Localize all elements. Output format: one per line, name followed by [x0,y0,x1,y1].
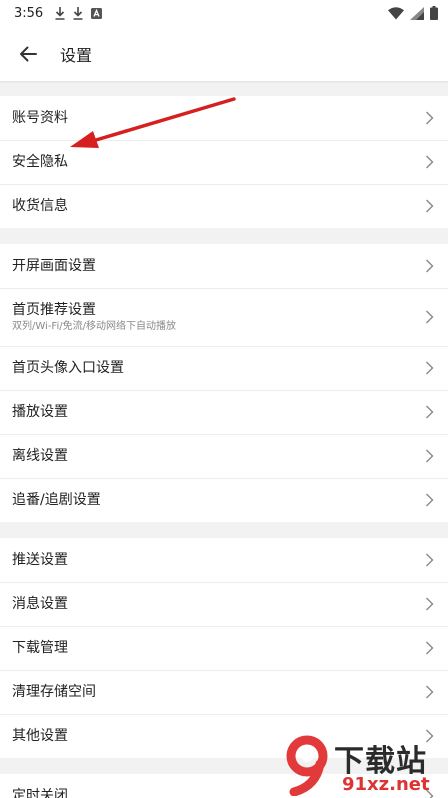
chevron-right-icon [426,449,434,463]
settings-item-playback[interactable]: 播放设置 [0,390,448,434]
settings-item-label: 消息设置 [12,596,68,612]
chevron-right-icon [426,685,434,699]
settings-item-label: 收货信息 [12,198,68,214]
settings-item-label: 下载管理 [12,640,68,656]
settings-item-follow-series[interactable]: 追番/追剧设置 [0,478,448,522]
settings-item-clear-storage[interactable]: 清理存储空间 [0,670,448,714]
settings-item-offline[interactable]: 离线设置 [0,434,448,478]
chevron-right-icon [426,199,434,213]
watermark-url: 91xz.net [342,774,430,795]
chevron-right-icon [426,405,434,419]
settings-item-security-privacy[interactable]: 安全隐私 [0,140,448,184]
chevron-right-icon [426,310,434,324]
settings-item-splash-screen[interactable]: 开屏画面设置 [0,244,448,288]
chevron-right-icon [426,641,434,655]
settings-item-download-management[interactable]: 下载管理 [0,626,448,670]
settings-item-label: 账号资料 [12,110,68,126]
settings-item-label: 推送设置 [12,552,68,568]
settings-item-home-avatar-entry[interactable]: 首页头像入口设置 [0,346,448,390]
settings-item-shipping-info[interactable]: 收货信息 [0,184,448,228]
chevron-right-icon [426,597,434,611]
settings-item-description: 双列/Wi-Fi/免流/移动网络下自动播放 [12,320,176,332]
settings-group-account: 账号资料 安全隐私 收货信息 [0,96,448,228]
settings-item-messages[interactable]: 消息设置 [0,582,448,626]
watermark-9-icon [286,735,328,796]
settings-group-system: 推送设置 消息设置 下载管理 清理存储空间 其他设置 [0,538,448,758]
page-title: 设置 [60,45,93,65]
settings-item-label: 首页推荐设置 [12,301,96,318]
watermark-logo: 下载站 91xz.net [276,734,446,798]
battery-icon [430,6,438,20]
settings-list: 账号资料 安全隐私 收货信息 开屏画面设置 首页推荐设置 双列/Wi-Fi/免流… [0,81,448,798]
chevron-right-icon [426,155,434,169]
arrow-left-icon [20,46,37,61]
settings-item-label: 追番/追剧设置 [12,492,101,508]
settings-item-home-recommend[interactable]: 首页推荐设置 双列/Wi-Fi/免流/移动网络下自动播放 [0,288,448,346]
settings-item-label: 开屏画面设置 [12,258,96,274]
settings-item-label: 清理存储空间 [12,684,96,700]
settings-group-display: 开屏画面设置 首页推荐设置 双列/Wi-Fi/免流/移动网络下自动播放 首页头像… [0,244,448,522]
wifi-icon [388,6,404,19]
back-button[interactable] [0,26,56,81]
settings-item-label: 离线设置 [12,448,68,464]
settings-item-label: 其他设置 [12,728,68,744]
chevron-right-icon [426,553,434,567]
signal-icon [410,6,424,20]
settings-item-label: 安全隐私 [12,154,68,170]
app-bar: 设置 [0,26,448,81]
download-icon [73,6,83,20]
system-icons [388,6,438,20]
chevron-right-icon [426,111,434,125]
settings-item-account-profile[interactable]: 账号资料 [0,96,448,140]
chevron-right-icon [426,493,434,507]
status-bar: 3:56 [0,0,448,26]
settings-item-label: 首页头像入口设置 [12,360,124,376]
chevron-right-icon [426,259,434,273]
settings-item-push[interactable]: 推送设置 [0,538,448,582]
status-time: 3:56 [14,5,44,21]
settings-item-label: 定时关闭 [12,788,68,798]
chevron-right-icon [426,361,434,375]
download-icon [55,6,65,20]
settings-item-label: 播放设置 [12,404,68,420]
notification-icons [55,6,103,20]
app-notification-icon [91,7,103,19]
